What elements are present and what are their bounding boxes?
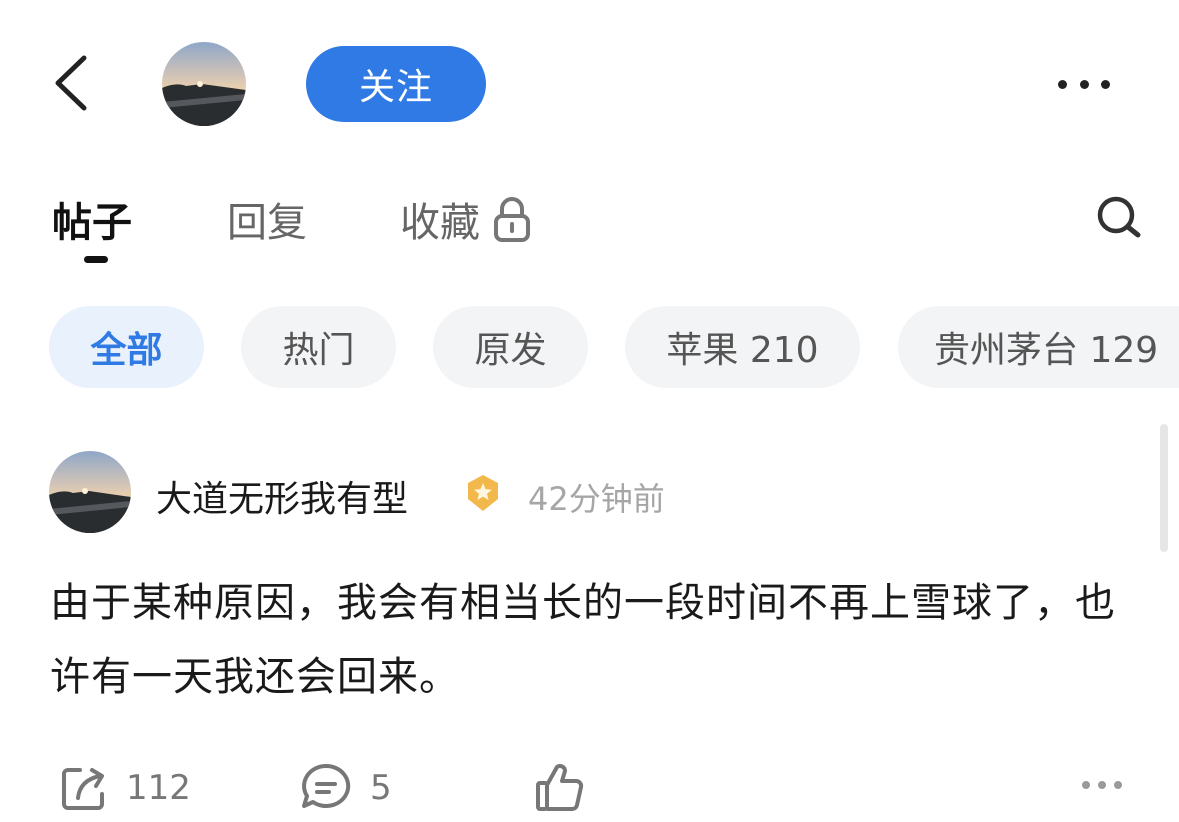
chevron-left-icon <box>55 55 87 111</box>
filter-chip-original[interactable]: 原发 <box>433 306 588 388</box>
post-timestamp: 42分钟前 <box>528 480 665 518</box>
more-horizontal-icon <box>1082 781 1090 789</box>
comment-count: 5 <box>370 768 392 808</box>
share-button[interactable]: 112 <box>58 760 191 816</box>
share-icon <box>62 768 104 810</box>
tab-active-indicator <box>84 256 108 263</box>
lock-icon <box>494 197 530 242</box>
scrollbar[interactable] <box>1160 424 1168 552</box>
like-button[interactable] <box>532 760 586 816</box>
author-name[interactable]: 大道无形我有型 <box>156 470 408 522</box>
comment-button[interactable]: 5 <box>298 760 392 816</box>
post-body[interactable]: 由于某种原因，我会有相当长的一段时间不再上雪球了，也许有一天我还会回来。 <box>50 566 1130 714</box>
tab-favorites[interactable]: 收藏 <box>400 190 532 248</box>
filter-chip-all[interactable]: 全部 <box>49 306 204 388</box>
filter-chip-hot[interactable]: 热门 <box>241 306 396 388</box>
thumbs-up-icon <box>536 764 584 811</box>
post-more-button[interactable] <box>1082 778 1122 792</box>
filter-chip-moutai[interactable]: 贵州茅台 129 <box>898 306 1179 388</box>
share-count: 112 <box>126 768 191 808</box>
more-horizontal-icon <box>1058 79 1067 89</box>
profile-avatar[interactable] <box>162 42 246 126</box>
tab-favorites-label: 收藏 <box>400 200 480 246</box>
follow-button[interactable]: 关注 <box>306 46 486 122</box>
author-avatar[interactable] <box>49 451 131 533</box>
tab-replies[interactable]: 回复 <box>227 190 307 248</box>
filter-chip-apple[interactable]: 苹果 210 <box>625 306 860 388</box>
comment-icon <box>302 763 351 808</box>
back-button[interactable] <box>48 50 98 116</box>
tab-posts[interactable]: 帖子 <box>52 190 132 248</box>
more-menu-button[interactable] <box>1058 72 1110 96</box>
search-button[interactable] <box>1094 193 1146 245</box>
verified-star-badge-icon <box>464 473 502 513</box>
search-icon <box>1097 196 1141 238</box>
